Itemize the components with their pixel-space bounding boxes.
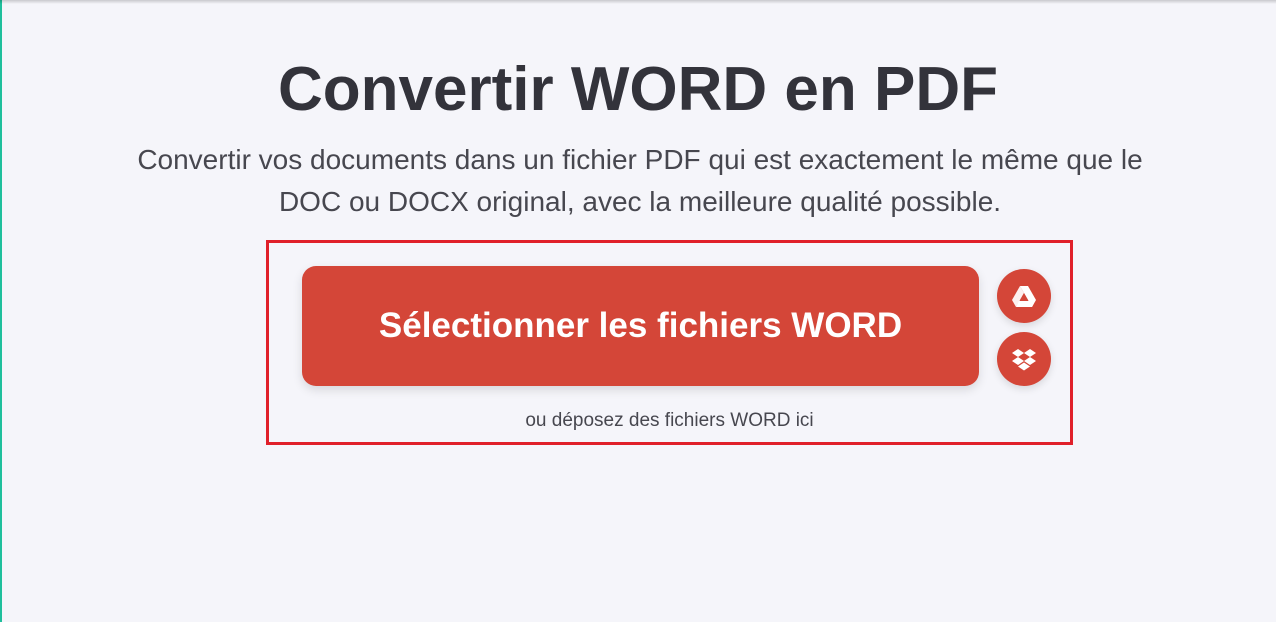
dropbox-icon [1012, 349, 1036, 371]
drop-files-hint: ou déposez des fichiers WORD ici [525, 410, 814, 431]
page-title: Convertir WORD en PDF [278, 55, 998, 124]
select-files-button[interactable]: Sélectionner les fichiers WORD [302, 266, 979, 386]
subtitle-line-2: DOC ou DOCX original, avec la meilleure … [278, 186, 1002, 217]
dropbox-button[interactable] [997, 332, 1051, 386]
select-files-label: Sélectionner les fichiers WORD [378, 306, 903, 345]
page-subtitle: Convertir vos documents dans un fichier … [50, 139, 1230, 223]
google-drive-button[interactable] [997, 269, 1051, 323]
header-shadow [0, 0, 1276, 4]
google-drive-icon [1012, 286, 1036, 307]
subtitle-line-1: Convertir vos documents dans un fichier … [137, 144, 1143, 175]
